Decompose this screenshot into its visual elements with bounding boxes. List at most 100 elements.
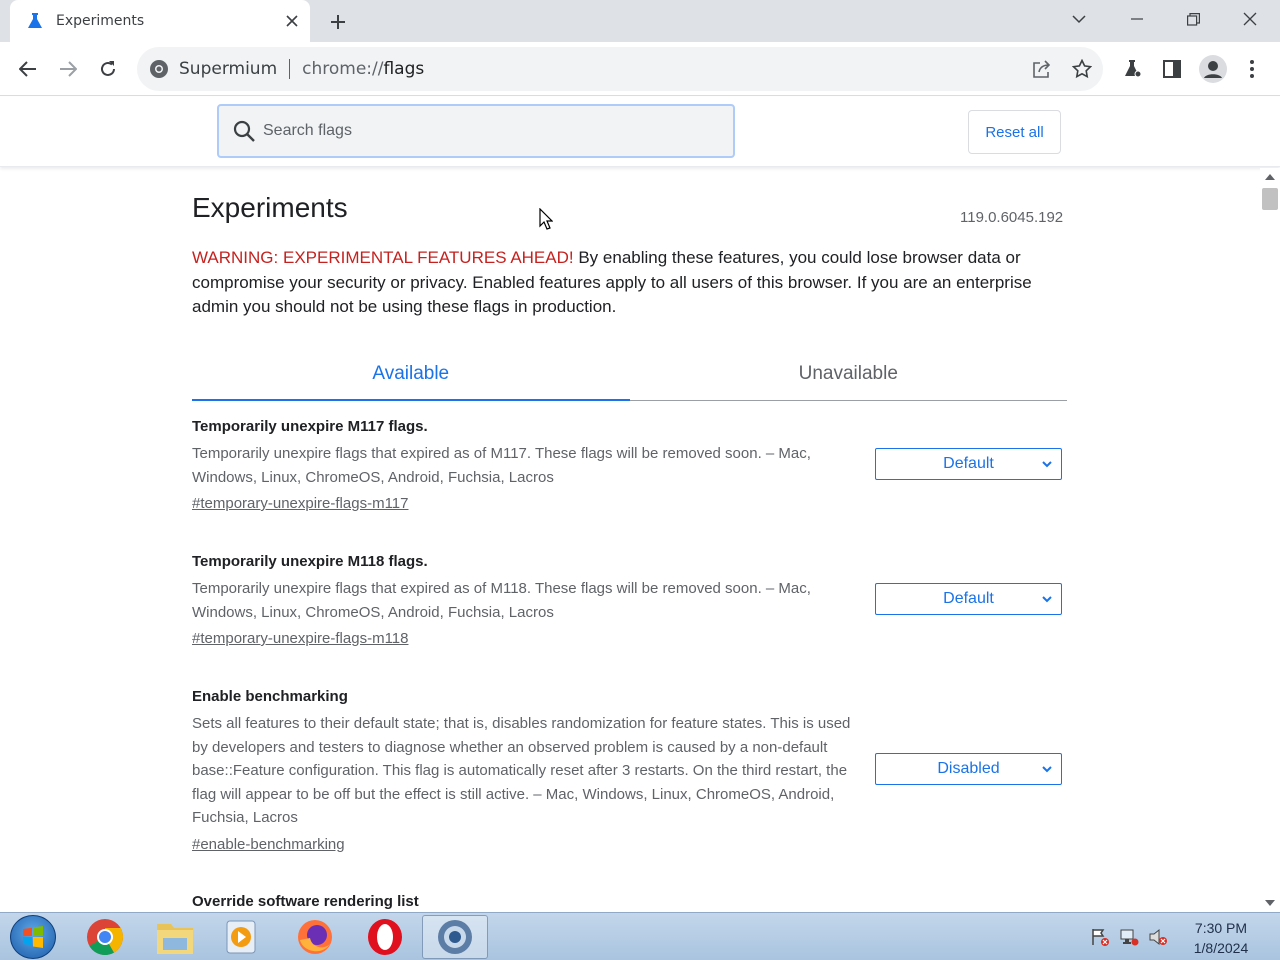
version-number: 119.0.6045.192	[960, 209, 1064, 226]
side-panel-icon	[1163, 60, 1181, 78]
scroll-up-arrow[interactable]	[1265, 174, 1275, 180]
clock-time: 7:30 PM	[1194, 920, 1248, 936]
url-path: flags	[383, 59, 425, 79]
forward-arrow-icon	[60, 61, 77, 77]
supermium-icon	[438, 920, 472, 954]
flag-item: Temporarily unexpire M117 flags. Tempora…	[192, 416, 1062, 515]
action-center-icon[interactable]	[1089, 927, 1111, 947]
flag-item: Temporarily unexpire M118 flags. Tempora…	[192, 551, 1062, 650]
tab-close-icon[interactable]	[280, 9, 304, 33]
close-window-button[interactable]	[1222, 0, 1278, 38]
flag-state-select[interactable]: Disabled	[875, 753, 1062, 785]
volume-muted-icon[interactable]	[1147, 927, 1169, 947]
minimize-button[interactable]	[1109, 0, 1165, 38]
flag-description: Temporarily unexpire flags that expired …	[192, 445, 811, 486]
labs-button[interactable]	[1116, 53, 1148, 85]
flag-permalink[interactable]: #temporary-unexpire-flags-m117	[192, 493, 408, 515]
tab-unavailable[interactable]: Unavailable	[630, 348, 1068, 400]
scroll-thumb[interactable]	[1262, 188, 1278, 210]
taskbar-chrome[interactable]	[74, 915, 136, 959]
flag-permalink[interactable]: #enable-benchmarking	[192, 834, 345, 856]
chevron-down-icon	[1042, 461, 1052, 468]
flag-state-value: Disabled	[937, 760, 1000, 777]
menu-button[interactable]	[1236, 53, 1268, 85]
close-icon	[1243, 12, 1257, 26]
forward-button[interactable]	[52, 53, 84, 85]
flag-name: Enable benchmarking	[192, 688, 348, 705]
search-icon	[233, 120, 255, 142]
share-icon[interactable]	[1030, 57, 1054, 81]
tab-title: Experiments	[56, 13, 145, 29]
back-button[interactable]	[12, 53, 44, 85]
side-panel-button[interactable]	[1156, 53, 1188, 85]
flag-name: Temporarily unexpire M117 flags.	[192, 418, 428, 435]
firefox-icon	[298, 920, 332, 954]
tab-search-button[interactable]	[1051, 0, 1107, 38]
flag-description: Temporarily unexpire flags that expired …	[192, 580, 811, 621]
scroll-down-arrow[interactable]	[1265, 900, 1275, 906]
start-button[interactable]	[10, 915, 56, 959]
new-tab-button[interactable]	[324, 8, 352, 36]
taskbar-media-player[interactable]	[210, 915, 272, 959]
flag-state-select[interactable]: Default	[875, 583, 1062, 615]
flag-state-select[interactable]: Default	[875, 448, 1062, 480]
taskbar-opera[interactable]	[354, 915, 416, 959]
flag-item: Override software rendering list	[192, 891, 1062, 912]
url-scheme: chrome://	[302, 59, 384, 79]
flags-content: Experiments 119.0.6045.192 WARNING: EXPE…	[0, 168, 1260, 912]
site-name: Supermium	[179, 59, 278, 79]
flag-state-value: Default	[943, 455, 994, 472]
address-bar[interactable]: Supermium chrome://flags	[137, 47, 1103, 91]
flag-permalink[interactable]: #temporary-unexpire-flags-m118	[192, 628, 408, 650]
flags-tabs: Available Unavailable	[192, 348, 1067, 401]
search-input[interactable]	[263, 122, 703, 140]
bookmark-star-icon[interactable]	[1070, 57, 1094, 81]
flag-name: Override software rendering list	[192, 893, 419, 910]
folder-icon	[157, 924, 193, 954]
search-box[interactable]	[217, 104, 735, 158]
reload-button[interactable]	[92, 53, 124, 85]
kebab-menu-icon	[1250, 60, 1254, 78]
back-arrow-icon	[19, 61, 36, 77]
windows-logo-icon	[23, 926, 43, 948]
flag-description: Sets all features to their default state…	[192, 715, 851, 826]
title-bar: Experiments	[0, 0, 1280, 42]
chevron-down-icon	[1072, 15, 1086, 24]
warning-text: WARNING: EXPERIMENTAL FEATURES AHEAD! By…	[192, 246, 1062, 320]
opera-icon	[368, 919, 402, 955]
minimize-icon	[1131, 18, 1143, 20]
restore-icon	[1186, 12, 1200, 26]
media-player-icon	[226, 920, 256, 954]
flag-item: Enable benchmarking Sets all features to…	[192, 686, 1062, 856]
restore-button[interactable]	[1165, 0, 1221, 38]
flask-icon	[1125, 60, 1142, 78]
omnibox-divider	[289, 59, 291, 79]
browser-logo-icon	[150, 60, 168, 78]
clock-date: 1/8/2024	[1193, 940, 1249, 956]
flag-name: Temporarily unexpire M118 flags.	[192, 553, 428, 570]
mouse-cursor-icon	[539, 208, 553, 230]
taskbar-supermium[interactable]	[422, 915, 488, 959]
network-icon[interactable]	[1118, 927, 1140, 947]
flask-icon	[26, 12, 44, 30]
profile-button[interactable]	[1197, 53, 1229, 85]
warning-prefix: WARNING: EXPERIMENTAL FEATURES AHEAD!	[192, 248, 574, 267]
plus-icon	[331, 15, 345, 29]
browser-tab-experiments[interactable]: Experiments	[10, 0, 310, 42]
flags-header: Reset all	[0, 97, 1280, 167]
browser-toolbar: Supermium chrome://flags	[0, 42, 1280, 96]
page-title: Experiments	[192, 192, 348, 223]
taskbar-firefox[interactable]	[284, 915, 346, 959]
system-clock[interactable]: 7:30 PM 1/8/2024	[1180, 918, 1262, 958]
chrome-icon	[87, 919, 124, 956]
taskbar: 7:30 PM 1/8/2024	[0, 912, 1280, 960]
chevron-down-icon	[1042, 596, 1052, 603]
reset-all-button[interactable]: Reset all	[968, 110, 1061, 154]
avatar-icon	[1199, 55, 1227, 83]
flag-state-value: Default	[943, 590, 994, 607]
reload-icon	[101, 61, 115, 76]
taskbar-file-explorer[interactable]	[144, 915, 206, 959]
chevron-down-icon	[1042, 766, 1052, 773]
tab-available[interactable]: Available	[192, 348, 630, 401]
page-scrollbar[interactable]	[1260, 168, 1280, 912]
